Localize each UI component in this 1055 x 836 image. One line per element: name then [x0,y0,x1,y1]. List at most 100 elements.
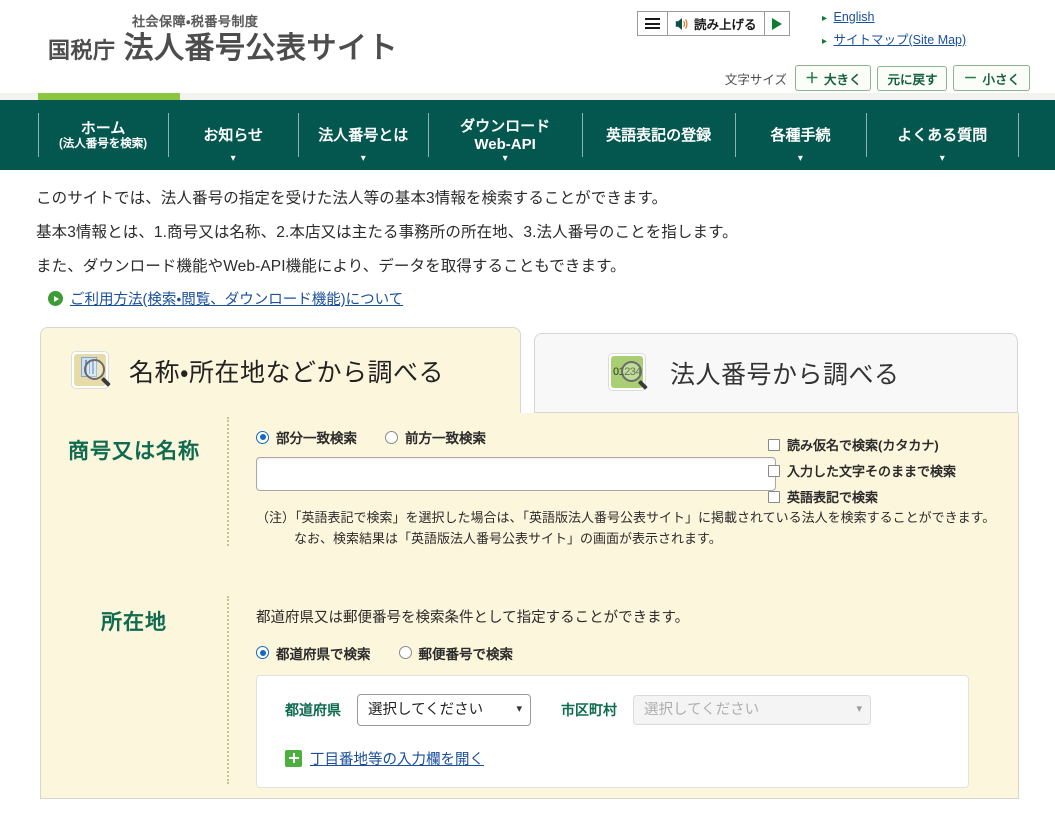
prefecture-select[interactable]: 選択してください [357,693,531,726]
font-size-reset-button[interactable]: 元に戻す [877,65,948,91]
nav-item-download[interactable]: ダウンロード Web-API ▾ [428,100,582,170]
font-size-reset-label: 元に戻す [887,72,938,87]
read-aloud-menu-button[interactable] [638,12,667,35]
checkbox-kana-search-label: 読み仮名で検索(カタカナ) [787,438,939,453]
radio-search-by-postal-code-label: 郵便番号で検索 [418,646,514,662]
nav-item-home-label: ホーム [80,119,126,137]
tab-search-by-corporate-number[interactable]: 01234 法人番号から調べる [534,333,1018,413]
speaker-icon [675,17,688,30]
form-body-location: 都道府県又は郵便番号を検索条件として指定することができます。 都道府県で検索 郵… [230,592,1018,788]
checkbox-english-search-label: 英語表記で検索 [787,490,879,505]
nav-item-home[interactable]: ホーム (法人番号を検索) [38,100,168,170]
font-size-larger-label: 大きく [823,72,862,87]
expand-address-row: 丁目番地等の入力欄を開く [285,748,968,769]
nav-item-download-sublabel: Web-API [474,136,536,153]
city-select-wrapper: 選択してください ▾ [633,694,871,725]
read-aloud-widget[interactable]: 読み上げる [637,11,790,36]
checkbox-exact-text-search-label: 入力した文字そのままで検索 [787,464,957,479]
form-body-company-name: 部分一致検索 前方一致検索 読み仮名で検索(カタカナ) 入力した文字そのままで検… [230,413,1018,550]
tab-search-by-name-location[interactable]: 名称・所在地などから調べる [40,327,521,413]
form-row-company-name: 商号又は名称 部分一致検索 前方一致検索 読み仮名で検索(カタカナ) 入力した文… [41,413,1018,550]
form-label-company-name: 商号又は名称 [41,413,227,550]
number-search-icon: 01234 [608,353,648,393]
form-row-location: 所在地 都道府県又は郵便番号を検索条件として指定することができます。 都道府県で… [41,592,1018,788]
checkbox-english-search[interactable]: 英語表記で検索 [768,487,956,506]
nav-item-english-registration-label: 英語表記の登録 [606,126,712,144]
site-header: 社会保障・税番号制度 国税庁 法人番号公表サイト 読み上げる ▸ English [0,0,1055,100]
radio-search-by-prefecture-label: 都道府県で検索 [276,646,371,662]
radio-prefix-match-label: 前方一致検索 [405,431,486,446]
radio-prefix-match[interactable]: 前方一致検索 [385,427,486,447]
brand-site-name: 法人番号公表サイト [123,31,399,65]
header-link-sitemap[interactable]: サイトマップ(Site Map) [834,29,967,48]
radio-prefix-match-control[interactable] [385,430,398,444]
font-size-smaller-button[interactable]: － 小さく [953,65,1030,91]
search-form-panel: 商号又は名称 部分一致検索 前方一致検索 読み仮名で検索(カタカナ) 入力した文… [40,413,1019,799]
prefecture-select-label: 都道府県 [285,701,341,718]
radio-search-by-postal-code-control[interactable] [398,646,412,660]
read-aloud-button[interactable]: 読み上げる [667,12,764,35]
intro-line-2: 基本3情報とは、1.商号又は名称、2.本店又は主たる事務所の所在地、3.法人番号… [36,224,738,241]
chevron-down-icon: ▾ [939,153,945,164]
chevron-down-icon: ▾ [360,153,366,164]
nav-item-faq[interactable]: よくある質問 ▾ [865,100,1020,170]
chevron-down-icon: ▾ [797,153,803,164]
company-name-note-line-2: なお、検索結果は「英語版法人番号公表サイト」の画面が表示されます。 [294,531,722,547]
nav-item-about[interactable]: 法人番号とは ▾ [298,100,428,170]
company-name-option-checkboxes: 読み仮名で検索(カタカナ) 入力した文字そのままで検索 英語表記で検索 [768,435,956,513]
prefecture-select-wrapper: 選択してください ▾ [357,693,531,726]
tab-search-by-name-location-label: 名称・所在地などから調べる [129,358,445,387]
checkbox-kana-search-control[interactable] [768,438,780,451]
nav-active-indicator [38,93,180,100]
city-select[interactable]: 選択してください [633,694,871,725]
font-size-smaller-label: 小さく [982,72,1020,87]
checkbox-kana-search[interactable]: 読み仮名で検索(カタカナ) [768,435,956,454]
plus-icon [285,749,302,767]
company-name-input[interactable] [256,457,776,491]
plus-icon: ＋ [804,70,819,86]
checkbox-english-search-control[interactable] [768,490,780,503]
nav-item-procedures[interactable]: 各種手続 ▾ [735,100,865,170]
read-aloud-label: 読み上げる [694,18,757,32]
radio-partial-match-control[interactable] [256,430,269,444]
intro-link-row: ご利用方法(検索・閲覧、ダウンロード機能)について [48,288,1055,309]
building-search-icon [71,350,111,391]
nav-item-procedures-label: 各種手続 [770,126,831,144]
nav-item-english-registration[interactable]: 英語表記の登録 [581,100,736,170]
form-label-location-text: 所在地 [101,610,167,634]
form-label-company-name-text: 商号又は名称 [68,440,200,463]
nav-item-download-label: ダウンロード [460,117,551,135]
chevron-down-icon: ▾ [230,153,236,164]
checkbox-exact-text-search[interactable]: 入力した文字そのままで検索 [768,461,956,480]
radio-search-by-prefecture[interactable]: 都道府県で検索 [256,643,371,663]
brand-agency-name: 国税庁 [48,37,116,63]
read-aloud-play-button[interactable] [763,12,789,35]
radio-search-by-postal-code[interactable]: 郵便番号で検索 [398,643,514,663]
nav-item-news[interactable]: お知らせ ▾ [168,100,298,170]
usage-guide-link[interactable]: ご利用方法(検索・閲覧、ダウンロード機能)について [70,288,403,309]
header-link-sitemap-row: ▸ サイトマップ(Site Map) [822,29,966,48]
expand-address-link[interactable]: 丁目番地等の入力欄を開く [310,748,484,769]
magnifier-glyph [84,358,105,380]
intro-line-1: このサイトでは、法人番号の指定を受けた法人等の基本3情報を検索することができます… [36,190,668,207]
nav-item-about-label: 法人番号とは [318,126,409,144]
checkbox-exact-text-search-control[interactable] [768,464,780,477]
search-mode-tabs: 名称・所在地などから調べる 01234 法人番号から調べる [40,327,1019,413]
font-size-controls: 文字サイズ ＋ 大きく 元に戻す － 小さく [725,65,1030,91]
form-label-location: 所在地 [41,592,227,788]
brand-subtitle: 社会保障・税番号制度 [132,14,259,29]
chevron-down-icon: ▾ [502,153,508,164]
radio-search-by-prefecture-control[interactable] [256,646,269,660]
chevron-right-icon: ▸ [822,36,828,47]
location-description: 都道府県又は郵便番号を検索条件として指定することができます。 [256,609,690,626]
minus-icon: － [963,70,978,86]
tab-search-by-corporate-number-label: 法人番号から調べる [670,361,900,389]
radio-partial-match[interactable]: 部分一致検索 [256,427,357,447]
play-icon [771,17,782,30]
location-select-row: 都道府県 選択してください ▾ 市区町村 選択してください ▾ [285,693,968,726]
header-link-english[interactable]: English [834,10,875,24]
nav-items: ホーム (法人番号を検索) お知らせ ▾ 法人番号とは ▾ ダウンロード Web… [38,100,1019,170]
brand-title-row: 国税庁 法人番号公表サイト [48,32,398,65]
font-size-larger-button[interactable]: ＋ 大きく [794,65,872,91]
nav-item-home-sublabel: (法人番号を検索) [58,138,148,151]
